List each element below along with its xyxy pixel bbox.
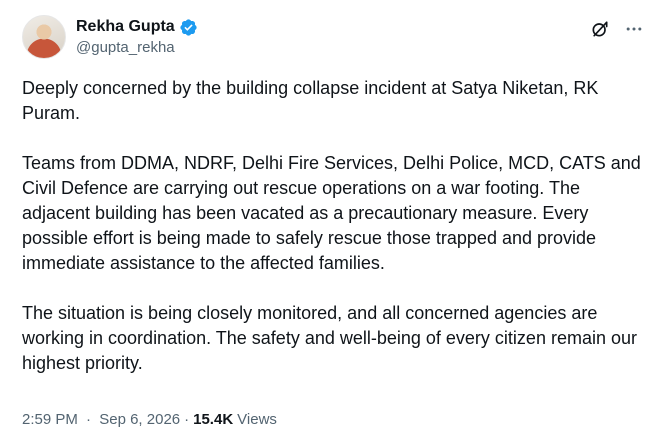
tweet: Rekha Gupta @gupta_rekha Deeply concerne… bbox=[0, 0, 667, 445]
more-icon[interactable] bbox=[623, 18, 645, 40]
avatar[interactable] bbox=[22, 15, 66, 59]
meta-separator: · bbox=[86, 411, 92, 428]
tweet-timestamp[interactable]: 2:59 PM · Sep 6, 2026 bbox=[22, 411, 180, 428]
tweet-paragraph: Deeply concerned by the building collaps… bbox=[22, 78, 599, 123]
verified-badge-icon bbox=[179, 18, 198, 37]
author-display-name[interactable]: Rekha Gupta bbox=[76, 18, 175, 36]
tweet-header: Rekha Gupta @gupta_rekha bbox=[22, 14, 198, 60]
tweet-meta: 2:59 PM · Sep 6, 2026 · 15.4K Views bbox=[22, 411, 277, 428]
tweet-time: 2:59 PM bbox=[22, 411, 78, 428]
tweet-date: Sep 6, 2026 bbox=[99, 411, 181, 428]
name-row: Rekha Gupta bbox=[76, 16, 198, 38]
views-count: 15.4K bbox=[193, 411, 234, 428]
meta-separator: · bbox=[184, 411, 190, 428]
tweet-paragraph: The situation is being closely monitored… bbox=[22, 303, 637, 373]
header-actions bbox=[589, 18, 645, 40]
author-handle[interactable]: @gupta_rekha bbox=[76, 38, 198, 58]
views-label: Views bbox=[237, 411, 277, 428]
grok-icon[interactable] bbox=[589, 18, 611, 40]
tweet-text: Deeply concerned by the building collaps… bbox=[22, 76, 647, 376]
tweet-paragraph: Teams from DDMA, NDRF, Delhi Fire Servic… bbox=[22, 153, 641, 273]
author-names: Rekha Gupta @gupta_rekha bbox=[76, 16, 198, 58]
